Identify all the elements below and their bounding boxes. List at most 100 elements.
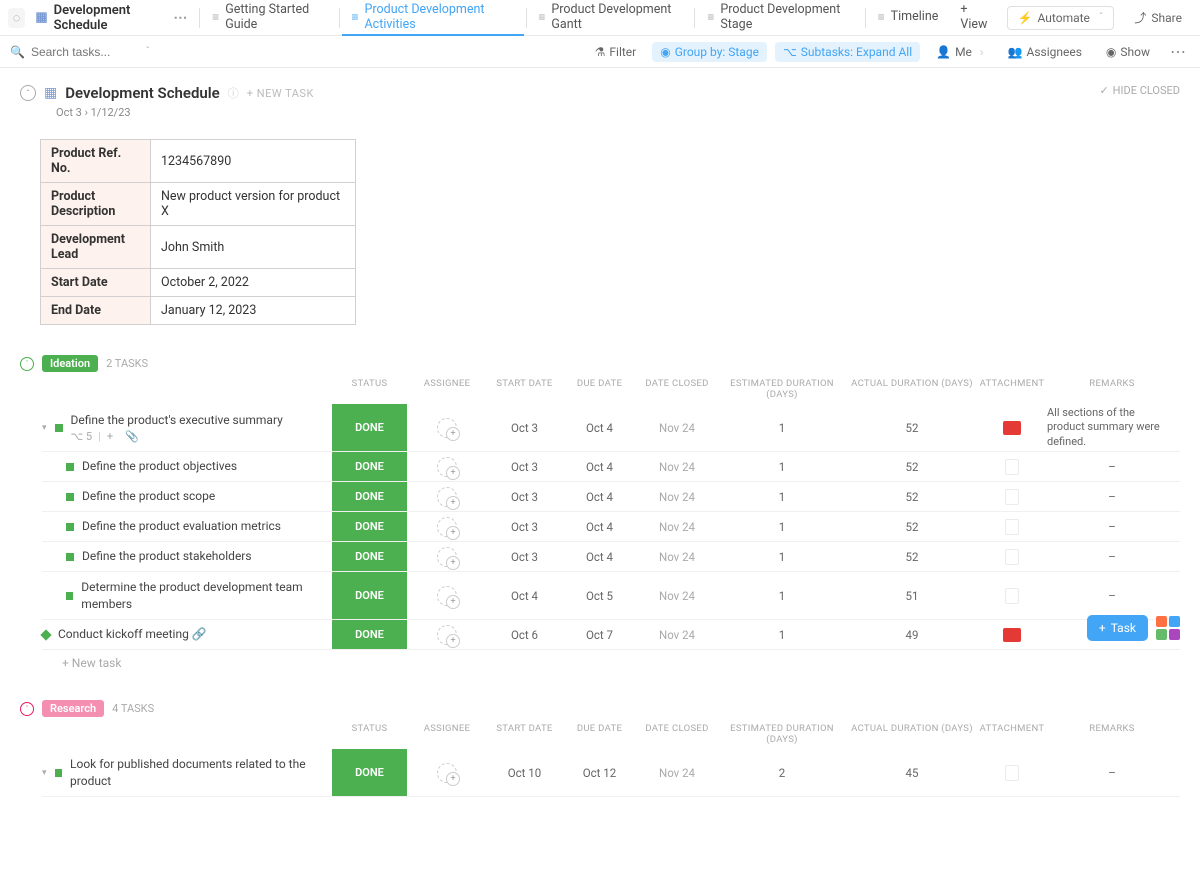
me-button[interactable]: 👤Me› (928, 42, 991, 62)
col-header[interactable]: ASSIGNEE (407, 719, 487, 749)
est-duration[interactable]: 1 (717, 628, 847, 642)
start-date[interactable]: Oct 3 (487, 490, 562, 504)
attachment-cell[interactable] (977, 628, 1047, 642)
col-header[interactable]: REMARKS (1047, 374, 1177, 404)
date-closed[interactable]: Nov 24 (637, 589, 717, 603)
remarks[interactable]: – (1047, 766, 1177, 780)
tab-product-development-gantt[interactable]: ≡Product Development Gantt (528, 0, 692, 36)
act-duration[interactable]: 45 (847, 766, 977, 780)
doc-title[interactable]: ▦ Development Schedule ⋯ (29, 3, 197, 33)
task-name-cell[interactable]: Conduct kickoff meeting 🔗 (42, 622, 332, 646)
attachment-icon[interactable]: 📎 (125, 430, 139, 443)
task-row[interactable]: Define the product evaluation metricsDON… (42, 512, 1180, 542)
remarks[interactable]: – (1047, 520, 1177, 534)
col-header[interactable]: ACTUAL DURATION (DAYS) (847, 719, 977, 749)
act-duration[interactable]: 52 (847, 490, 977, 504)
col-header[interactable] (42, 374, 332, 404)
task-row[interactable]: Define the product scopeDONEOct 3Oct 4No… (42, 482, 1180, 512)
tab-timeline[interactable]: ≡Timeline (868, 0, 949, 36)
attachment-cell[interactable] (977, 421, 1047, 435)
start-date[interactable]: Oct 3 (487, 460, 562, 474)
status-cell[interactable]: DONE (332, 452, 407, 481)
col-header[interactable]: STATUS (332, 374, 407, 404)
col-header[interactable]: STATUS (332, 719, 407, 749)
date-closed[interactable]: Nov 24 (637, 766, 717, 780)
status-cell[interactable]: DONE (332, 620, 407, 649)
group-toggle[interactable]: ˇ (20, 702, 34, 716)
est-duration[interactable]: 1 (717, 589, 847, 603)
search-box[interactable]: 🔍 ˇ (10, 45, 150, 59)
col-header[interactable]: ACTUAL DURATION (DAYS) (847, 374, 977, 404)
remarks[interactable]: – (1047, 589, 1177, 603)
groupby-button[interactable]: ◉Group by: Stage (652, 42, 767, 62)
task-row[interactable]: Conduct kickoff meeting 🔗DONE Oct 6Oct 7N… (42, 620, 1180, 650)
info-icon[interactable]: ⓘ (228, 85, 239, 101)
col-header[interactable]: DUE DATE (562, 374, 637, 404)
date-closed[interactable]: Nov 24 (637, 421, 717, 435)
act-duration[interactable]: 49 (847, 628, 977, 642)
show-button[interactable]: ◉Show (1098, 42, 1158, 62)
remarks[interactable]: All sections of the product summary were… (1047, 406, 1177, 449)
date-closed[interactable]: Nov 24 (637, 490, 717, 504)
subtasks-button[interactable]: ⌥Subtasks: Expand All (775, 42, 920, 62)
start-date[interactable]: Oct 4 (487, 589, 562, 603)
task-name-cell[interactable]: Determine the product development team m… (42, 575, 332, 615)
due-date[interactable]: Oct 7 (562, 628, 637, 642)
attachment-cell[interactable] (977, 519, 1047, 535)
task-row[interactable]: Define the product stakeholdersDONEOct 3… (42, 542, 1180, 572)
info-value[interactable]: New product version for product X (151, 183, 356, 226)
remarks[interactable]: – (1047, 490, 1177, 504)
attachment-cell[interactable] (977, 489, 1047, 505)
attachment-cell[interactable] (977, 765, 1047, 781)
col-header[interactable]: ATTACHMENT (977, 719, 1047, 749)
info-value[interactable]: January 12, 2023 (151, 297, 356, 325)
task-name-cell[interactable]: Define the product evaluation metrics (42, 514, 332, 538)
task-name-cell[interactable]: Define the product objectives (42, 454, 332, 478)
chevron-down-icon[interactable]: ˇ (146, 46, 150, 57)
est-duration[interactable]: 1 (717, 520, 847, 534)
attachment-cell[interactable] (977, 588, 1047, 604)
group-name[interactable]: Ideation (42, 355, 98, 372)
task-name-cell[interactable]: Define the product stakeholders (42, 544, 332, 568)
due-date[interactable]: Oct 5 (562, 589, 637, 603)
col-header[interactable]: ESTIMATED DURATION (DAYS) (717, 374, 847, 404)
act-duration[interactable]: 52 (847, 460, 977, 474)
col-header[interactable]: START DATE (487, 719, 562, 749)
date-closed[interactable]: Nov 24 (637, 520, 717, 534)
more-button[interactable]: ⋯ (1166, 42, 1190, 61)
task-row[interactable]: Define the product objectivesDONEOct 3Oc… (42, 452, 1180, 482)
add-view-button[interactable]: + View (950, 0, 1002, 36)
group-toggle[interactable]: ˇ (20, 357, 34, 371)
start-date[interactable]: Oct 3 (487, 550, 562, 564)
assignee-placeholder[interactable] (437, 457, 457, 477)
due-date[interactable]: Oct 4 (562, 490, 637, 504)
expand-icon[interactable]: ▾ (42, 768, 47, 778)
due-date[interactable]: Oct 4 (562, 550, 637, 564)
act-duration[interactable]: 52 (847, 550, 977, 564)
act-duration[interactable]: 51 (847, 589, 977, 603)
date-closed[interactable]: Nov 24 (637, 628, 717, 642)
est-duration[interactable]: 1 (717, 490, 847, 504)
date-closed[interactable]: Nov 24 (637, 460, 717, 474)
task-name-cell[interactable]: ▾Define the product's executive summary⌥… (42, 408, 332, 447)
filter-button[interactable]: ⚗Filter (587, 42, 645, 62)
est-duration[interactable]: 1 (717, 460, 847, 474)
search-input[interactable] (31, 45, 136, 59)
col-header[interactable]: ATTACHMENT (977, 374, 1047, 404)
col-header[interactable]: REMARKS (1047, 719, 1177, 749)
attachment-cell[interactable] (977, 549, 1047, 565)
col-header[interactable]: DATE CLOSED (637, 374, 717, 404)
tab-product-development-activities[interactable]: ≡Product Development Activities (342, 0, 524, 36)
new-task-fab[interactable]: + Task (1087, 615, 1148, 641)
start-date[interactable]: Oct 6 (487, 628, 562, 642)
task-name-cell[interactable]: ▾Look for published documents related to… (42, 752, 332, 792)
act-duration[interactable]: 52 (847, 520, 977, 534)
new-task-button[interactable]: + NEW TASK (247, 87, 314, 100)
share-button[interactable]: ⤴ Share (1124, 5, 1192, 30)
due-date[interactable]: Oct 12 (562, 766, 637, 780)
assignee-placeholder[interactable] (437, 586, 457, 606)
date-closed[interactable]: Nov 24 (637, 550, 717, 564)
col-header[interactable]: START DATE (487, 374, 562, 404)
expand-icon[interactable]: ▾ (42, 423, 47, 433)
act-duration[interactable]: 52 (847, 421, 977, 435)
